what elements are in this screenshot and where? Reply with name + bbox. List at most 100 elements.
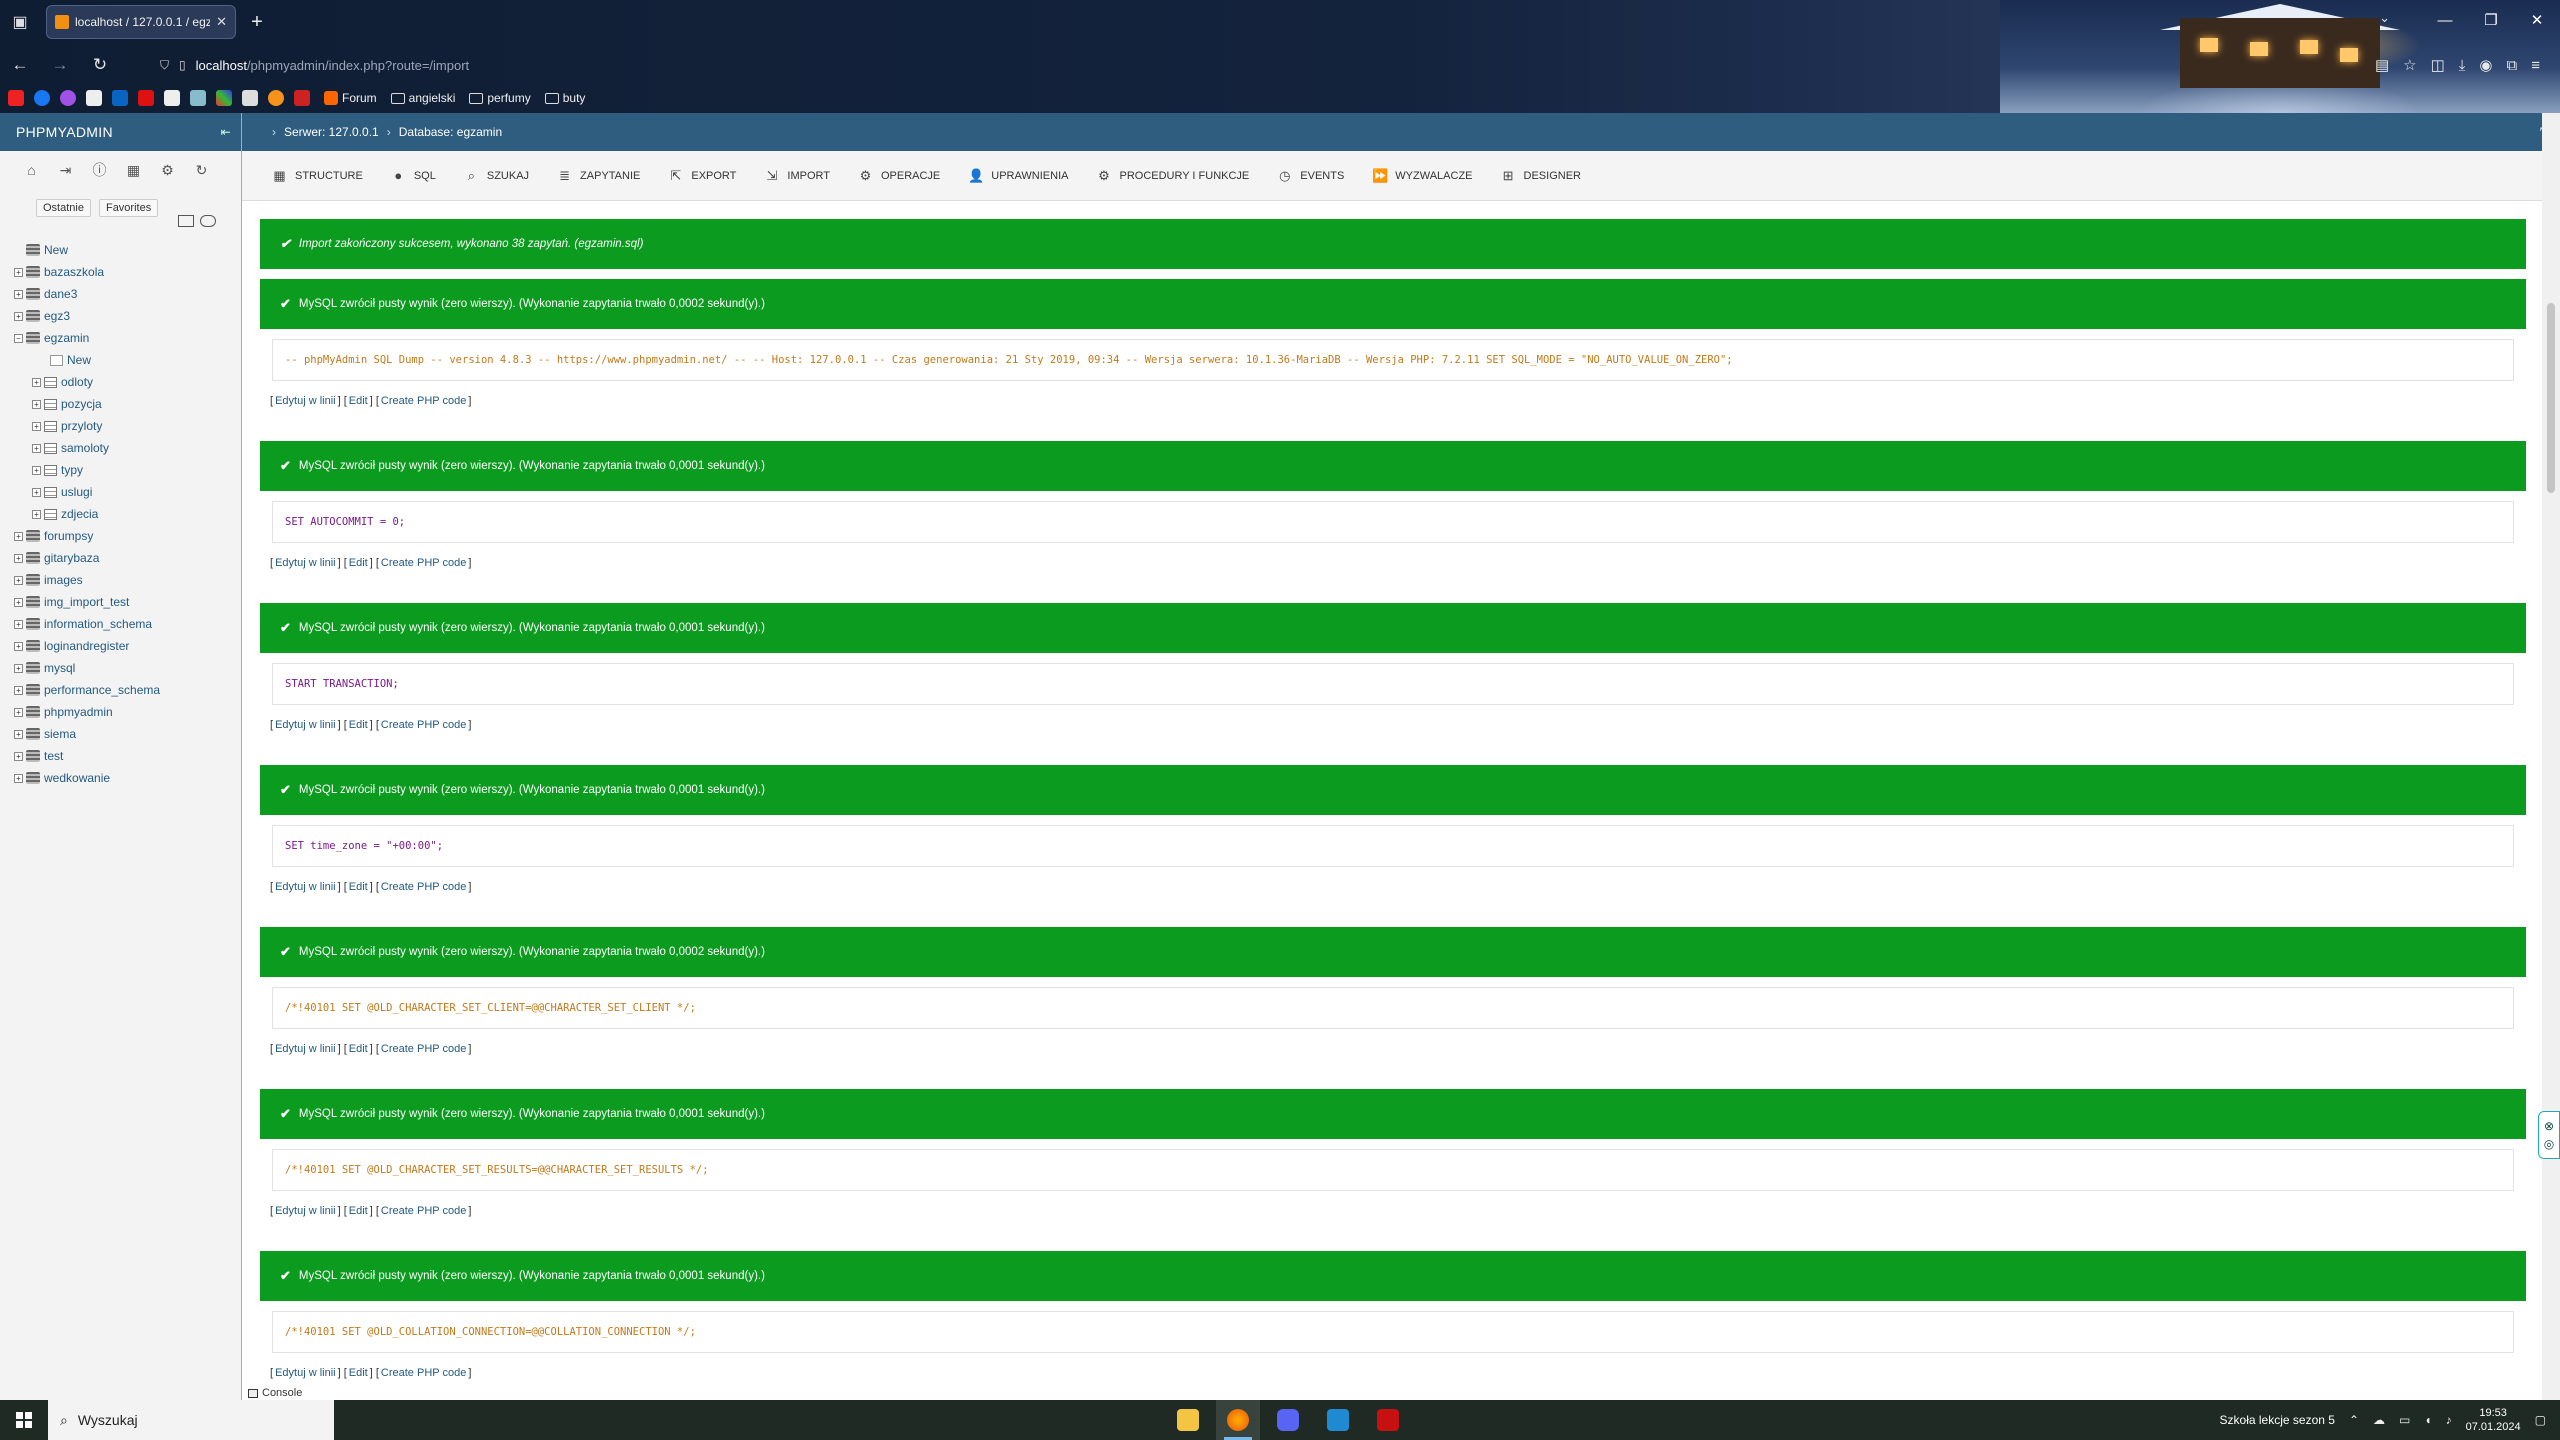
pocket-icon[interactable]: ◫ [2431,56,2445,74]
tree-db-item[interactable]: + phpmyadmin [14,701,239,723]
collapse-panel-icon[interactable]: ⇤ [221,125,231,139]
edit-inline-link[interactable]: Edytuj w linii [275,1043,336,1055]
youtube-icon[interactable] [8,90,24,106]
gmail-icon[interactable] [86,90,102,106]
expand-icon[interactable]: + [14,553,23,563]
acrobat-app[interactable] [1366,1400,1410,1440]
sql-query-box[interactable]: /*!40101 SET @OLD_CHARACTER_SET_CLIENT=@… [272,987,2514,1029]
reader-view-icon[interactable]: ▤ [2375,56,2389,74]
volume-icon[interactable]: ◖ [2424,1413,2431,1427]
expand-icon[interactable]: + [14,289,23,299]
close-window-icon[interactable]: ✕ [2514,0,2560,40]
close-tab-icon[interactable]: ✕ [216,14,227,30]
tree-db-item[interactable]: + performance_schema [14,679,239,701]
home-icon[interactable]: ⌂ [24,163,39,178]
page-info-icon[interactable]: ▯ [179,58,186,72]
expand-icon[interactable]: + [14,311,23,321]
tree-db-item[interactable]: + gitarybaza [14,547,239,569]
info-icon[interactable]: ⓘ [92,163,107,178]
tree-db-item[interactable]: + egz3 [14,305,239,327]
expand-icon[interactable]: + [14,685,23,695]
sql-query-box[interactable]: -- phpMyAdmin SQL Dump -- version 4.8.3 … [272,339,2514,381]
expand-icon[interactable]: + [32,443,41,453]
tab-structure[interactable]: ▦ STRUCTURE [272,168,363,184]
link-with-main-icon[interactable] [200,215,216,227]
expand-icon[interactable]: + [14,663,23,673]
taskbar-search[interactable]: ⌕ Wyszukaj [48,1400,334,1440]
edit-inline-link[interactable]: Edytuj w linii [275,719,336,731]
onedrive-icon[interactable]: ☁ [2373,1413,2385,1427]
tree-table-item[interactable]: + zdjecia [14,503,239,525]
scrollbar-thumb[interactable] [2547,303,2555,493]
expand-icon[interactable]: + [14,729,23,739]
star-icon[interactable]: ☆ [2403,56,2416,74]
chevron-down-icon[interactable]: ⌄ [2379,10,2390,26]
widget-icon[interactable]: ◎ [2544,1137,2554,1151]
network-icon[interactable]: ▭ [2399,1413,2410,1427]
close-icon[interactable]: ⊗ [2544,1119,2554,1133]
collapse-icon[interactable]: − [14,333,23,343]
tab-uprawnienia[interactable]: 👤 UPRAWNIENIA [968,168,1068,184]
bookmark-icon[interactable] [138,90,154,106]
sql-query-box[interactable]: SET time_zone = "+00:00"; [272,825,2514,867]
tree-new-database[interactable]: New [14,239,239,261]
tree-db-egzamin[interactable]: − egzamin [14,327,239,349]
expand-icon[interactable]: + [14,597,23,607]
tab-procedury-i-funkcje[interactable]: ⚙ PROCEDURY I FUNKCJE [1096,168,1249,184]
expand-icon[interactable]: + [32,465,41,475]
expand-icon[interactable]: + [14,641,23,651]
docs-icon[interactable]: ▦ [126,163,141,178]
account-icon[interactable]: ◉ [2479,56,2492,74]
tab-szukaj[interactable]: ⌕ SZUKAJ [464,168,529,184]
menu-icon[interactable]: ≡ [2531,57,2540,74]
reload-icon[interactable]: ↻ [80,49,120,81]
create-php-code-link[interactable]: Create PHP code [381,719,466,731]
reload-navigation-icon[interactable]: ↻ [194,163,209,178]
edit-link[interactable]: Edit [349,557,368,569]
breadcrumb-database[interactable]: Database: egzamin [399,125,502,139]
edit-inline-link[interactable]: Edytuj w linii [275,557,336,569]
tab-operacje[interactable]: ⚙ OPERACJE [858,168,941,184]
create-php-code-link[interactable]: Create PHP code [381,395,466,407]
clock[interactable]: 19:53 07.01.2024 [2466,1406,2521,1434]
bookmark-folder-perfumy[interactable]: perfumy [469,91,531,105]
recent-button[interactable]: Ostatnie [36,199,91,217]
edit-inline-link[interactable]: Edytuj w linii [275,1367,336,1379]
notifications-icon[interactable]: ▢ [2535,1413,2546,1427]
expand-icon[interactable]: + [32,487,41,497]
bookmark-icon[interactable] [242,90,258,106]
expand-icon[interactable]: + [14,575,23,585]
edit-link[interactable]: Edit [349,1043,368,1055]
outlook-icon[interactable] [112,90,128,106]
download-icon[interactable]: ⤓ [2459,57,2466,74]
expand-icon[interactable]: + [14,267,23,277]
tab-list-icon[interactable]: ▣ [0,2,40,42]
edit-link[interactable]: Edit [349,1367,368,1379]
create-php-code-link[interactable]: Create PHP code [381,1043,466,1055]
expand-icon[interactable]: + [32,377,41,387]
file-explorer-app[interactable] [1166,1400,1210,1440]
tab-import[interactable]: ⇲ IMPORT [764,168,830,184]
bookmark-forum[interactable]: Forum [324,91,377,105]
tab-zapytanie[interactable]: ≣ ZAPYTANIE [557,168,640,184]
settings-icon[interactable]: ⚙ [160,163,175,178]
bookmark-icon[interactable] [190,90,206,106]
minimize-icon[interactable]: — [2422,0,2468,40]
edit-inline-link[interactable]: Edytuj w linii [275,1205,336,1217]
tree-new-table[interactable]: New [14,349,239,371]
bookmark-folder-angielski[interactable]: angielski [390,91,455,105]
tree-db-item[interactable]: + test [14,745,239,767]
sql-query-box[interactable]: /*!40101 SET @OLD_CHARACTER_SET_RESULTS=… [272,1149,2514,1191]
create-php-code-link[interactable]: Create PHP code [381,881,466,893]
pma-logo[interactable]: PHPMYADMIN ⇤ [0,113,241,151]
tab-sql[interactable]: ● SQL [391,168,435,183]
edit-inline-link[interactable]: Edytuj w linii [275,395,336,407]
expand-icon[interactable]: + [14,751,23,761]
tab-events[interactable]: ◷ EVENTS [1277,168,1344,184]
tree-table-item[interactable]: + odloty [14,371,239,393]
address-bar[interactable]: ⛉ ▯ localhost/phpmyadmin/index.php?route… [160,49,2120,81]
edit-link[interactable]: Edit [349,881,368,893]
tree-table-item[interactable]: + przyloty [14,415,239,437]
expand-icon[interactable]: + [32,399,41,409]
edit-link[interactable]: Edit [349,719,368,731]
